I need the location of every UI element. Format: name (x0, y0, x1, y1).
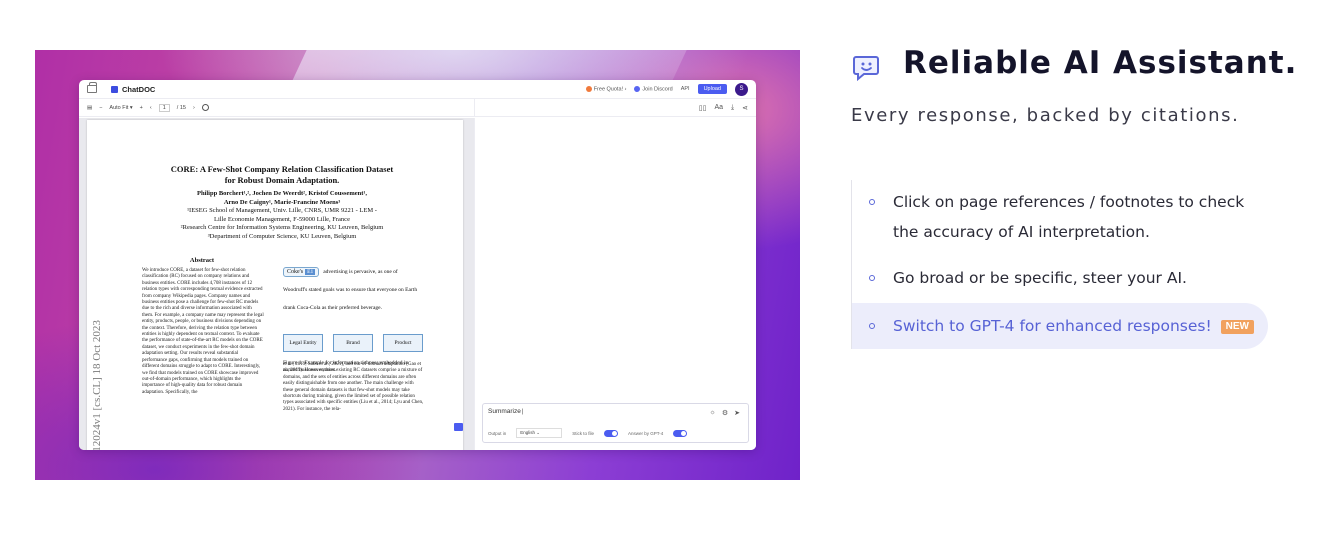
entity-box-product: Product (383, 334, 423, 352)
feature-3-line-1: Switch to GPT-4 for enhanced responses! (893, 317, 1212, 335)
feature-list: Click on page references / footnotes to … (851, 180, 1271, 349)
next-page-button[interactable]: › (193, 105, 195, 111)
figure-entity: Coke's E1 (283, 267, 320, 277)
chat-bubble-icon[interactable] (454, 423, 463, 431)
pdf-toolbar: ▤ − Auto Fit ▾ + ‹ 1 / 15 › (79, 99, 475, 116)
home-icon[interactable] (87, 82, 97, 93)
bullet-icon (869, 199, 875, 205)
app-topbar: ChatDOC Free Quota! › Join Discord API U… (79, 80, 756, 99)
feature-item-citations[interactable]: Click on page references / footnotes to … (852, 187, 1271, 247)
affiliation-3: ²Research Centre for Information Systems… (180, 224, 384, 231)
free-quota-label: Free Quota! (593, 86, 624, 93)
app-name: ChatDOC (122, 84, 156, 94)
chat-options: Output in English ⌄ Stick to file Answer… (488, 428, 743, 438)
chat-panel: Summarize ☼ ⚙ ➤ Output in English ⌄ Stic… (475, 118, 756, 450)
stick-to-file-toggle[interactable] (604, 429, 619, 437)
gpt4-label: Answer by GPT-4 (628, 430, 664, 436)
search-icon[interactable] (201, 104, 209, 111)
chat-composer: Summarize ☼ ⚙ ➤ Output in English ⌄ Stic… (482, 403, 749, 443)
stick-to-file-label: Stick to file (572, 430, 595, 436)
language-select[interactable]: English ⌄ (516, 428, 563, 438)
send-icon[interactable]: ➤ (734, 409, 740, 417)
join-discord-label: Join Discord (642, 86, 673, 93)
avatar[interactable]: S (735, 82, 748, 96)
bulb-icon[interactable]: ☼ (709, 409, 715, 417)
affiliation-1: ¹IESEG School of Management, Univ. Lille… (187, 207, 377, 214)
pdf-page: 0.12024v1 [cs.CL] 18 Oct 2023 CORE: A Fe… (87, 120, 463, 450)
figure-1: Coke's E1 advertising is pervasive, as on… (283, 260, 423, 374)
feature-1-line-1: Click on page references / footnotes to … (893, 193, 1245, 211)
section-subheading: Every response, backed by citations. (851, 105, 1240, 126)
bullet-icon (869, 323, 875, 329)
file-icon[interactable]: ▤ (87, 105, 92, 111)
book-icon[interactable]: ▯▯ (699, 104, 707, 112)
chat-actions: ☼ ⚙ ➤ (709, 409, 740, 417)
authors-line-1: Philipp Borchert¹,², Jochen De Weerdt², … (196, 190, 368, 197)
hero-panel: ChatDOC Free Quota! › Join Discord API U… (35, 50, 800, 480)
zoom-out-button[interactable]: − (99, 105, 102, 111)
section-heading: Reliable AI Assistant. (903, 45, 1298, 81)
free-quota-link[interactable]: Free Quota! › (585, 85, 626, 93)
output-label: Output in (488, 430, 507, 436)
feature-1-line-2: the accuracy of AI interpretation. (893, 223, 1150, 241)
abstract-heading: Abstract (189, 257, 215, 264)
pdf-viewer[interactable]: 0.12024v1 [cs.CL] 18 Oct 2023 CORE: A Fe… (79, 118, 475, 450)
chatdoc-logo-icon (111, 85, 118, 93)
download-icon[interactable]: ⤓ (731, 104, 734, 112)
share-icon[interactable]: ⋖ (742, 104, 748, 112)
feature-2-line-1: Go broad or be specific, steer your AI. (893, 269, 1187, 287)
api-link[interactable]: API (681, 86, 690, 92)
translate-icon[interactable]: Aа (714, 104, 723, 112)
paper-title-line-2: for Robust Domain Adaptation. (224, 175, 340, 185)
figure-entity-boxes: Legal Entity Brand Product (283, 334, 423, 352)
app-window: ChatDOC Free Quota! › Join Discord API U… (79, 80, 756, 450)
zoom-in-button[interactable]: + (140, 105, 143, 111)
page-total: / 15 (176, 104, 186, 111)
figure-entity-label: Coke's (287, 269, 304, 275)
arxiv-stamp: 0.12024v1 [cs.CL] 18 Oct 2023 (91, 320, 103, 450)
gift-icon (585, 85, 592, 92)
paper-column-2: et al., 2019; Sabo et al., 2021), and ou… (283, 362, 424, 412)
entity-box-legal: Legal Entity (283, 334, 323, 352)
entity-box-brand: Brand (333, 334, 373, 352)
upload-button[interactable]: Upload (697, 84, 727, 94)
topbar-actions: Free Quota! › Join Discord API Upload S (585, 82, 748, 96)
page-number-input[interactable]: 1 (158, 103, 170, 112)
zoom-value: Auto Fit (109, 104, 129, 111)
authors-line-2: Arno De Caigny¹, Marie-Francine Moens³ (223, 198, 341, 206)
affiliation-4: ³Department of Computer Science, KU Leuv… (207, 232, 357, 240)
prev-page-button[interactable]: ‹ (150, 105, 152, 111)
figure-entity-tag: E1 (305, 269, 316, 275)
bullet-icon (869, 275, 875, 281)
zoom-select[interactable]: Auto Fit ▾ (109, 105, 132, 111)
new-badge: NEW (1220, 319, 1254, 334)
discord-icon (634, 85, 641, 92)
paper-title: CORE: A Few-Shot Company Relation Classi… (127, 164, 437, 186)
affiliation-2: Lille Economie Management, F-59000 Lille… (214, 215, 350, 223)
join-discord-link[interactable]: Join Discord (634, 85, 673, 93)
abstract-text: We introduce CORE, a dataset for few-sho… (142, 268, 264, 395)
feature-item-steer[interactable]: Go broad or be specific, steer your AI. (852, 263, 1271, 293)
feature-item-gpt4[interactable]: Switch to GPT-4 for enhanced responses! … (852, 303, 1268, 349)
paper-authors: Philipp Borchert¹,², Jochen De Weerdt², … (127, 190, 437, 241)
viewer-toolbar: ▤ − Auto Fit ▾ + ‹ 1 / 15 › ▯▯ Aа ⤓ ⋖ (79, 99, 756, 117)
settings-icon[interactable]: ⚙ (722, 409, 728, 417)
chat-input[interactable]: Summarize (488, 408, 743, 415)
chat-smile-icon (853, 56, 879, 81)
language-value: English (520, 430, 536, 435)
content-panes: 0.12024v1 [cs.CL] 18 Oct 2023 CORE: A Fe… (79, 118, 756, 450)
gpt4-toggle[interactable] (673, 429, 688, 437)
chat-toolbar: ▯▯ Aа ⤓ ⋖ (475, 104, 756, 112)
paper-title-line-1: CORE: A Few-Shot Company Relation Classi… (170, 164, 394, 174)
